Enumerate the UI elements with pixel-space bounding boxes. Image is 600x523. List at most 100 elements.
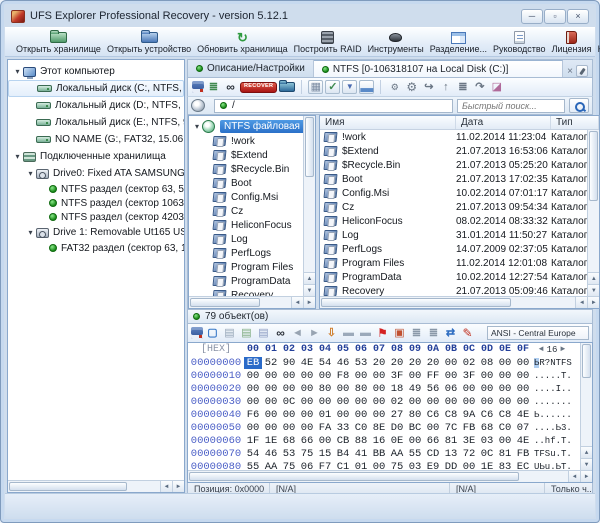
hex-byte[interactable]: CD: [424, 448, 442, 460]
edit-icon[interactable]: [460, 326, 475, 340]
tree-folder-item[interactable]: Recovery: [189, 288, 303, 296]
hex-byte[interactable]: 4E: [514, 409, 532, 421]
hex-byte[interactable]: 00: [514, 370, 532, 382]
file-list-row[interactable]: Boot 21.07.2013 17:02:35 Каталог: [320, 172, 587, 186]
hex-byte[interactable]: 55: [244, 461, 262, 471]
hex-byte[interactable]: 00: [244, 396, 262, 408]
hex-byte[interactable]: 20: [406, 357, 424, 369]
file-list-row[interactable]: !work 11.02.2014 11:23:04 Каталог: [320, 130, 587, 144]
tree-folder-item[interactable]: Cz: [189, 204, 303, 218]
hex-width-control[interactable]: ◄ 16 ►: [532, 345, 572, 355]
hex-byte[interactable]: C8: [496, 409, 514, 421]
file-list-hscrollbar[interactable]: ◄ ►: [320, 296, 600, 308]
paste-icon[interactable]: [324, 326, 339, 340]
gear-icon[interactable]: [404, 80, 419, 94]
scrollbar-thumb[interactable]: [321, 298, 511, 307]
expander-icon[interactable]: ▾: [25, 169, 36, 178]
scroll-left-icon[interactable]: ◄: [575, 297, 588, 308]
hex-ansi-text[interactable]: Ь......: [534, 410, 574, 420]
maximize-button[interactable]: ▫: [544, 8, 566, 24]
hex-byte[interactable]: EB: [244, 356, 262, 369]
tab-ntfs[interactable]: NTFS [0-106318107 на Local Disk (C:)]: [313, 60, 564, 77]
hex-ansi-text[interactable]: ....Ь3.: [534, 423, 574, 433]
disk-check-icon[interactable]: [325, 80, 341, 94]
hex-byte[interactable]: 1F: [244, 435, 262, 447]
hex-byte[interactable]: 9A: [460, 409, 478, 421]
hex-byte[interactable]: 00: [514, 383, 532, 395]
scroll-up-icon[interactable]: ▲: [304, 272, 315, 284]
hex-byte[interactable]: 00: [280, 422, 298, 434]
hex-byte[interactable]: 68: [280, 435, 298, 447]
hex-byte[interactable]: 07: [514, 422, 532, 434]
disk-image-icon[interactable]: [308, 80, 324, 94]
scrollbar-thumb[interactable]: [190, 298, 260, 307]
hex-byte[interactable]: 00: [298, 370, 316, 382]
width-decrease-icon[interactable]: ◄: [539, 345, 544, 354]
hex-byte[interactable]: F6: [244, 409, 262, 421]
hex-byte[interactable]: 52: [262, 357, 280, 369]
hex-byte[interactable]: 00: [496, 370, 514, 382]
hex-byte[interactable]: 46: [262, 448, 280, 460]
hex-byte[interactable]: 4E: [514, 435, 532, 447]
file-list-row[interactable]: Recovery 21.07.2013 05:09:46 Каталог: [320, 284, 587, 296]
copy-text-icon[interactable]: [256, 326, 271, 340]
expander-icon[interactable]: ▾: [12, 152, 23, 161]
tab-description[interactable]: Описание/Настройки: [188, 60, 314, 77]
scroll-down-icon[interactable]: ▼: [588, 284, 600, 296]
hex-byte[interactable]: D0: [388, 422, 406, 434]
scrollbar-thumb[interactable]: [582, 344, 591, 378]
hex-byte[interactable]: 00: [514, 357, 532, 369]
hex-byte[interactable]: 80: [316, 383, 334, 395]
file-list-vscrollbar[interactable]: ▲ ▼: [587, 130, 600, 296]
hex-byte[interactable]: FF: [424, 370, 442, 382]
file-list-row[interactable]: ProgramData 10.02.2014 12:27:54 Каталог: [320, 270, 587, 284]
column-header-name[interactable]: Имя: [320, 116, 456, 129]
find-icon[interactable]: [223, 80, 238, 94]
hex-byte[interactable]: 02: [460, 357, 478, 369]
hex-byte[interactable]: 49: [406, 383, 424, 395]
hex-byte[interactable]: 00: [406, 435, 424, 447]
quick-search-input[interactable]: [457, 98, 565, 113]
list-icon[interactable]: [455, 80, 470, 94]
hex-byte[interactable]: 8E: [370, 422, 388, 434]
hex-byte[interactable]: 03: [406, 461, 424, 471]
hex-vscrollbar[interactable]: ▲ ▼: [580, 343, 592, 470]
hex-byte[interactable]: 00: [316, 435, 334, 447]
tree-folder-item[interactable]: Log: [189, 232, 303, 246]
sidebar-item[interactable]: ▾ Этот компьютер: [8, 63, 184, 80]
hex-byte[interactable]: 00: [460, 461, 478, 471]
scroll-left-icon[interactable]: ◄: [291, 297, 303, 308]
toolbar-button-build-raid[interactable]: Построить RAID: [291, 30, 365, 55]
file-list-row[interactable]: Config.Msi 10.02.2014 07:01:17 Каталог: [320, 186, 587, 200]
hex-byte[interactable]: 56: [424, 383, 442, 395]
hex-byte[interactable]: 00: [352, 409, 370, 421]
redo-icon[interactable]: [421, 80, 436, 94]
toolbar-button-license[interactable]: Лицензия: [549, 30, 595, 55]
hex-byte[interactable]: 1E: [478, 461, 496, 471]
sidebar-item[interactable]: Локальный диск (E:, NTFS, 97.65ГБ): [8, 114, 184, 131]
sidebar-item[interactable]: Локальный диск (C:, NTFS, 50.69ГБ): [8, 80, 184, 97]
gear-small-icon[interactable]: [387, 80, 402, 94]
copy-icon[interactable]: [222, 326, 237, 340]
scrollbar-thumb[interactable]: [305, 117, 314, 177]
hex-byte[interactable]: 00: [352, 396, 370, 408]
hex-byte[interactable]: 00: [496, 435, 514, 447]
scroll-left-icon[interactable]: ◄: [160, 481, 172, 492]
hex-byte[interactable]: BC: [406, 422, 424, 434]
find-icon[interactable]: [273, 326, 288, 340]
hex-byte[interactable]: 00: [262, 422, 280, 434]
scroll-right-icon[interactable]: ►: [587, 297, 600, 308]
hex-byte[interactable]: 3F: [388, 370, 406, 382]
hex-byte[interactable]: 00: [370, 370, 388, 382]
toolbar-button-manual[interactable]: Руководство: [490, 30, 549, 55]
hex-byte[interactable]: 00: [424, 422, 442, 434]
turn-icon[interactable]: [472, 80, 487, 94]
scroll-up-icon[interactable]: ▲: [581, 446, 592, 458]
hex-byte[interactable]: EC: [514, 461, 532, 471]
hex-byte[interactable]: 00: [370, 461, 388, 471]
tree-folder-item[interactable]: Config.Msi: [189, 190, 303, 204]
hex-byte[interactable]: 00: [298, 409, 316, 421]
sidebar-item[interactable]: NTFS раздел (сектор 420340788, 97.65ГБ): [8, 210, 184, 224]
tree-folder-item[interactable]: Boot: [189, 176, 303, 190]
hex-ansi-text[interactable]: TFSu.Т.: [534, 449, 574, 459]
